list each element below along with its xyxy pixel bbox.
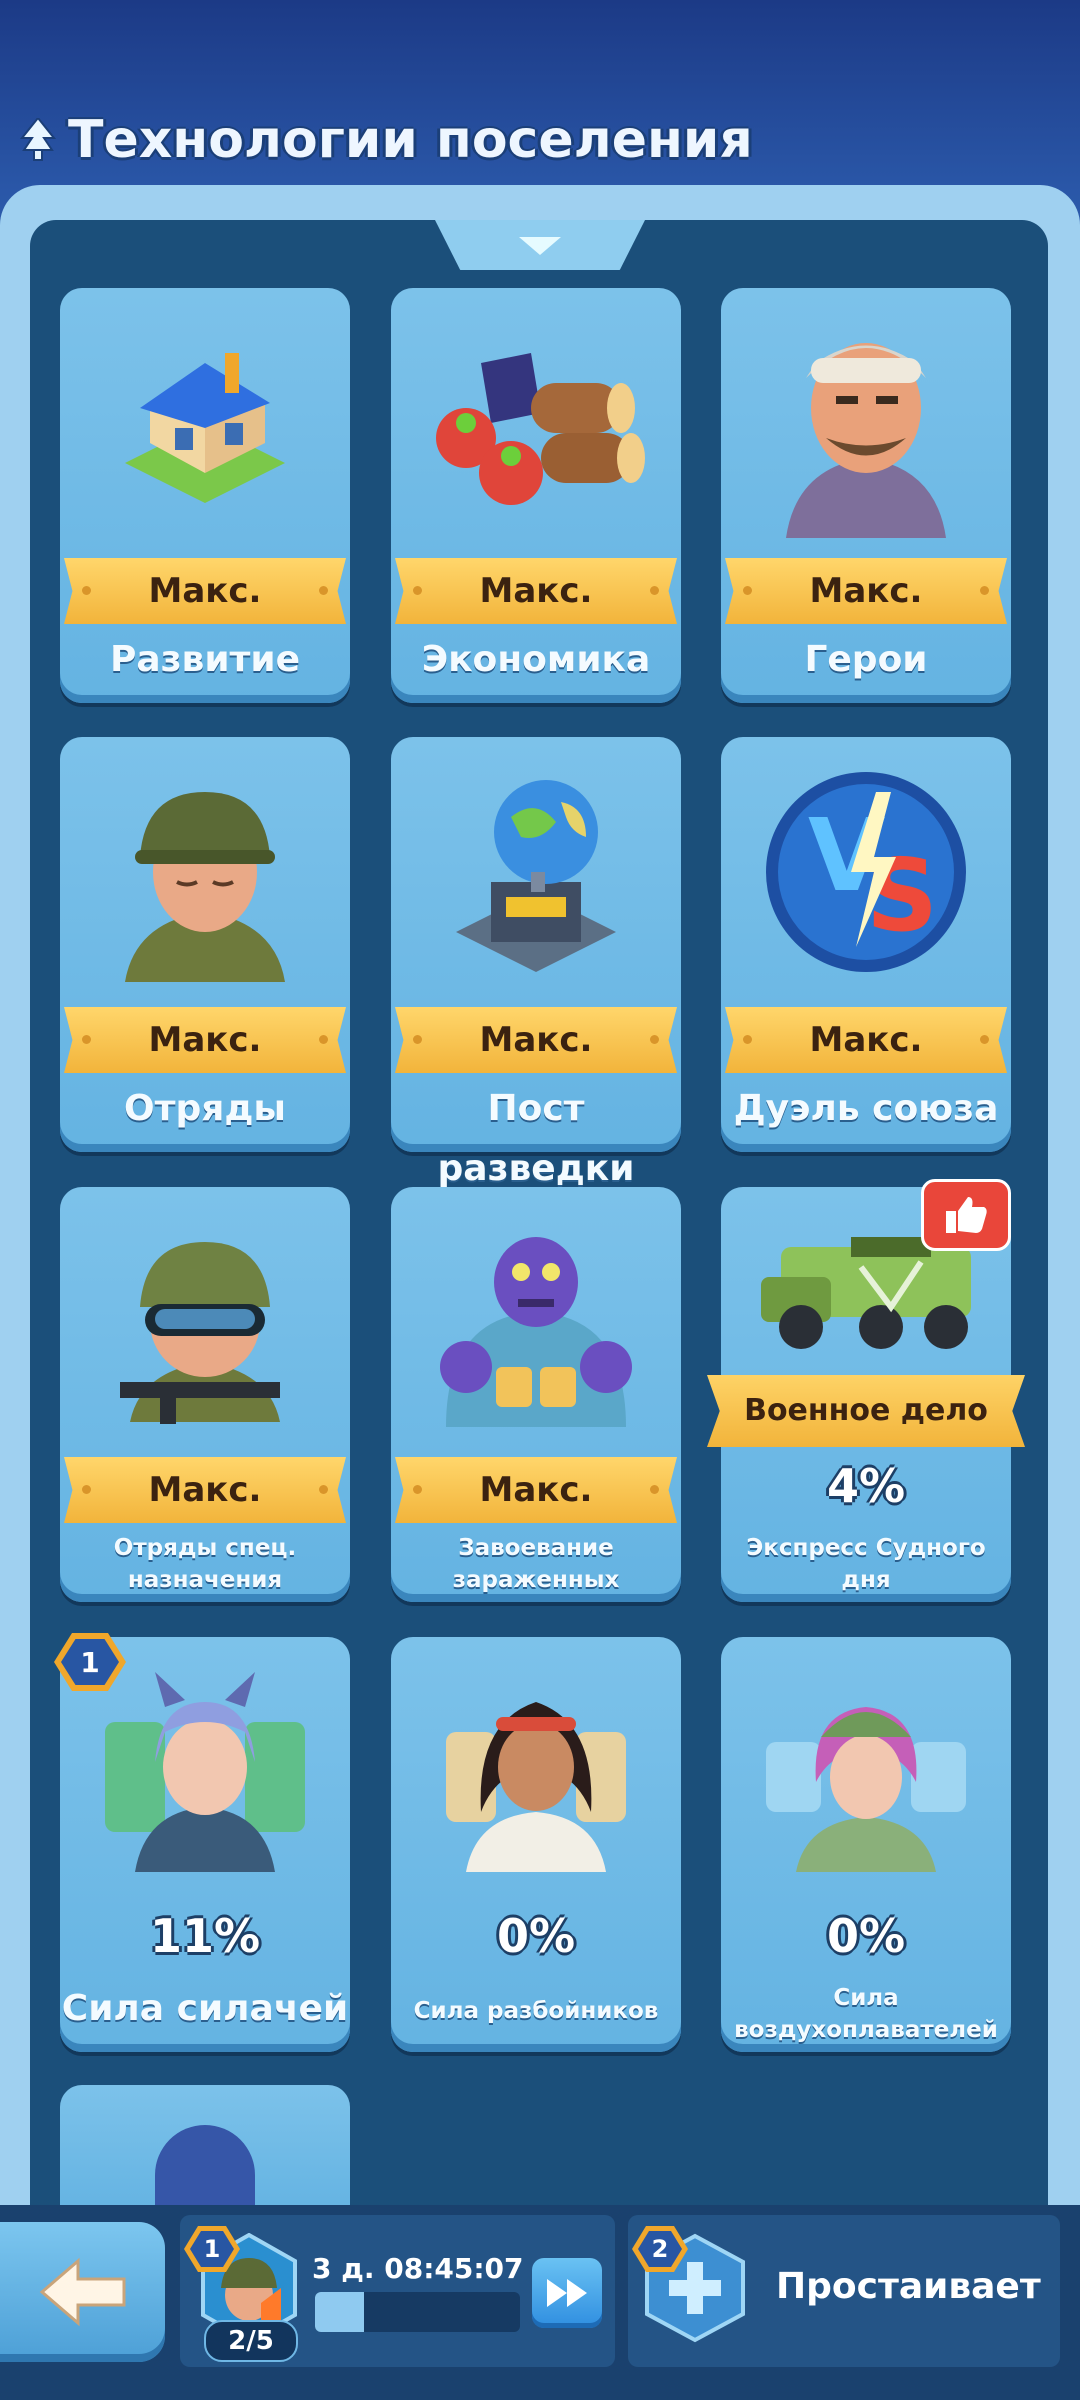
card-title: Отряды спец. назначения	[113, 1535, 297, 1593]
soldier-icon	[60, 737, 350, 1007]
fast-forward-icon	[547, 2279, 587, 2307]
tree-up-icon	[18, 116, 58, 164]
collapse-tab[interactable]	[435, 220, 645, 270]
tech-card-troops[interactable]: Макс. Отряды	[60, 737, 350, 1152]
max-ribbon: Макс.	[64, 1457, 346, 1523]
card-title: Экспресс Судного дня	[746, 1535, 986, 1593]
tech-card-partial[interactable]	[60, 2085, 350, 2215]
card-title: Пост разведки	[437, 1088, 635, 1189]
house-icon	[60, 288, 350, 558]
speedup-button[interactable]	[532, 2258, 602, 2328]
progress-percent: 0%	[826, 1909, 906, 1963]
research-timer: 3 д. 08:45:07	[312, 2252, 524, 2285]
zombie-icon	[391, 1187, 681, 1457]
max-ribbon: Макс.	[395, 1457, 677, 1523]
thumbs-up-icon	[921, 1179, 1011, 1251]
tech-card-heroes[interactable]: Макс. Герои	[721, 288, 1011, 703]
tech-card-economy[interactable]: Макс. Экономика	[391, 288, 681, 703]
card-title: Сила силачей	[61, 1988, 349, 2029]
resources-icon	[391, 288, 681, 558]
tech-card-doomsday-express[interactable]: Военное дело 4% Экспресс Судного дня	[707, 1179, 1025, 1602]
max-ribbon: Макс.	[395, 558, 677, 624]
globe-station-icon	[391, 737, 681, 1007]
card-title: Герои	[804, 639, 928, 680]
max-ribbon: Макс.	[725, 558, 1007, 624]
aviator-girl-icon	[721, 1637, 1011, 1907]
max-ribbon: Макс.	[64, 1007, 346, 1073]
page-title: Технологии поселения	[18, 105, 753, 175]
arrow-left-icon	[39, 2257, 125, 2327]
tech-card-special-forces[interactable]: Макс. Отряды спец. назначения	[60, 1187, 350, 1602]
progress-percent: 4%	[826, 1459, 906, 1513]
card-title: Отряды	[124, 1088, 286, 1129]
page-title-text: Технологии поселения	[68, 110, 753, 170]
card-title: Сила воздухоплавателей	[734, 1985, 998, 2043]
hero-face-icon	[721, 288, 1011, 558]
max-ribbon: Макс.	[64, 558, 346, 624]
fighter-girl-icon	[60, 1637, 350, 1907]
card-title: Завоевание зараженных	[452, 1535, 620, 1593]
tech-card-infected-conquest[interactable]: Макс. Завоевание зараженных	[391, 1187, 681, 1602]
back-button[interactable]	[0, 2222, 165, 2362]
max-ribbon: Макс.	[725, 1007, 1007, 1073]
special-forces-icon	[60, 1187, 350, 1457]
vs-icon: V S	[721, 737, 1011, 1007]
queue-count: 2/5	[204, 2320, 298, 2362]
tech-card-recon-post[interactable]: Макс. Пост разведки	[391, 737, 681, 1189]
tech-card-bandits-power[interactable]: 0% Сила разбойников	[391, 1637, 681, 2052]
progress-percent: 0%	[496, 1909, 576, 1963]
tech-card-strongmen-power[interactable]: 1 11% Сила силачей	[54, 1633, 350, 2052]
tech-card-aeronauts-power[interactable]: 0% Сила воздухоплавателей	[721, 1637, 1011, 2052]
card-title: Развитие	[109, 639, 301, 680]
research-progress-bar	[315, 2292, 520, 2332]
idle-status-label: Простаивает	[776, 2266, 1041, 2307]
category-ribbon: Военное дело	[707, 1375, 1025, 1447]
card-title: Сила разбойников	[413, 1998, 659, 2024]
card-title: Дуэль союза	[733, 1088, 999, 1129]
max-ribbon: Макс.	[395, 1007, 677, 1073]
card-title: Экономика	[421, 639, 651, 680]
tech-card-development[interactable]: Макс. Развитие	[60, 288, 350, 703]
chevron-down-icon	[519, 237, 561, 255]
tech-card-alliance-duel[interactable]: V S Макс. Дуэль союза	[721, 737, 1011, 1152]
hero-partial-icon	[155, 2125, 255, 2215]
bandit-girl-icon	[391, 1637, 681, 1907]
progress-percent: 11%	[149, 1909, 261, 1963]
